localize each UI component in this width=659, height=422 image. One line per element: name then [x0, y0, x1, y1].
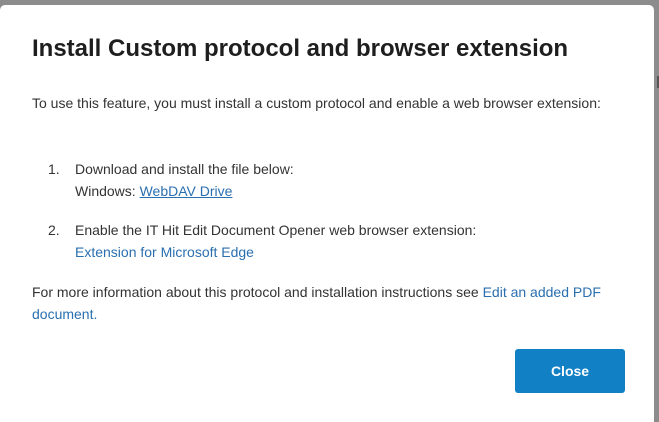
edge-extension-link[interactable]: Extension for Microsoft Edge: [75, 244, 254, 260]
webdav-drive-link[interactable]: WebDAV Drive: [140, 183, 233, 199]
step-text: Enable the IT Hit Edit Document Opener w…: [75, 222, 477, 238]
more-info-label: For more information about this protocol…: [32, 284, 483, 300]
intro-text: To use this feature, you must install a …: [32, 95, 601, 111]
step-detail: Extension for Microsoft Edge: [75, 241, 608, 263]
more-info-text: For more information about this protocol…: [32, 281, 632, 325]
close-button[interactable]: Close: [515, 349, 625, 393]
steps-list: 1. Download and install the file below: …: [48, 158, 608, 263]
step-number: 2.: [48, 222, 60, 238]
os-label: Windows:: [75, 183, 140, 199]
step-text: Download and install the file below:: [75, 161, 294, 177]
step-detail: Windows: WebDAV Drive: [75, 180, 608, 202]
step-extension: 2. Enable the IT Hit Edit Document Opene…: [48, 219, 608, 263]
step-download: 1. Download and install the file below: …: [48, 158, 608, 202]
install-protocol-dialog: Install Custom protocol and browser exte…: [0, 5, 654, 422]
more-info-period: .: [93, 306, 98, 322]
overlay-edge: [654, 0, 659, 422]
dialog-title: Install Custom protocol and browser exte…: [32, 35, 569, 62]
step-number: 1.: [48, 161, 60, 177]
